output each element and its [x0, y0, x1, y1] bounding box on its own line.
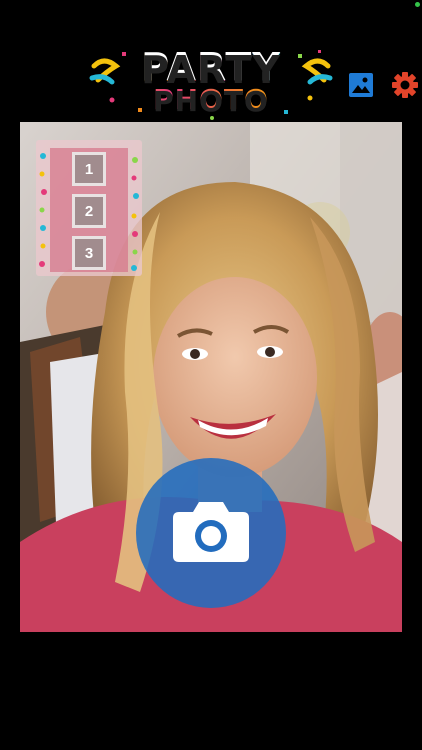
strip-decoration-left — [39, 153, 47, 267]
strip-slot-1[interactable]: 1 — [72, 152, 106, 186]
app-logo: PARTY PHOTO — [88, 48, 334, 122]
camera-icon — [173, 502, 249, 562]
logo-subtitle: PHOTO — [88, 84, 334, 116]
strip-slot-3[interactable]: 3 — [72, 236, 106, 270]
gallery-button[interactable] — [348, 72, 374, 98]
settings-button[interactable] — [391, 71, 419, 99]
gear-icon — [392, 72, 418, 98]
strip-slot-2[interactable]: 2 — [72, 194, 106, 228]
photo-strip-preview: 1 2 3 — [36, 140, 142, 276]
header: PARTY PHOTO — [0, 0, 422, 120]
strip-decoration-right — [131, 157, 139, 271]
image-gallery-icon — [349, 73, 373, 97]
shutter-button[interactable] — [136, 458, 286, 608]
logo-title: PARTY — [88, 48, 334, 88]
